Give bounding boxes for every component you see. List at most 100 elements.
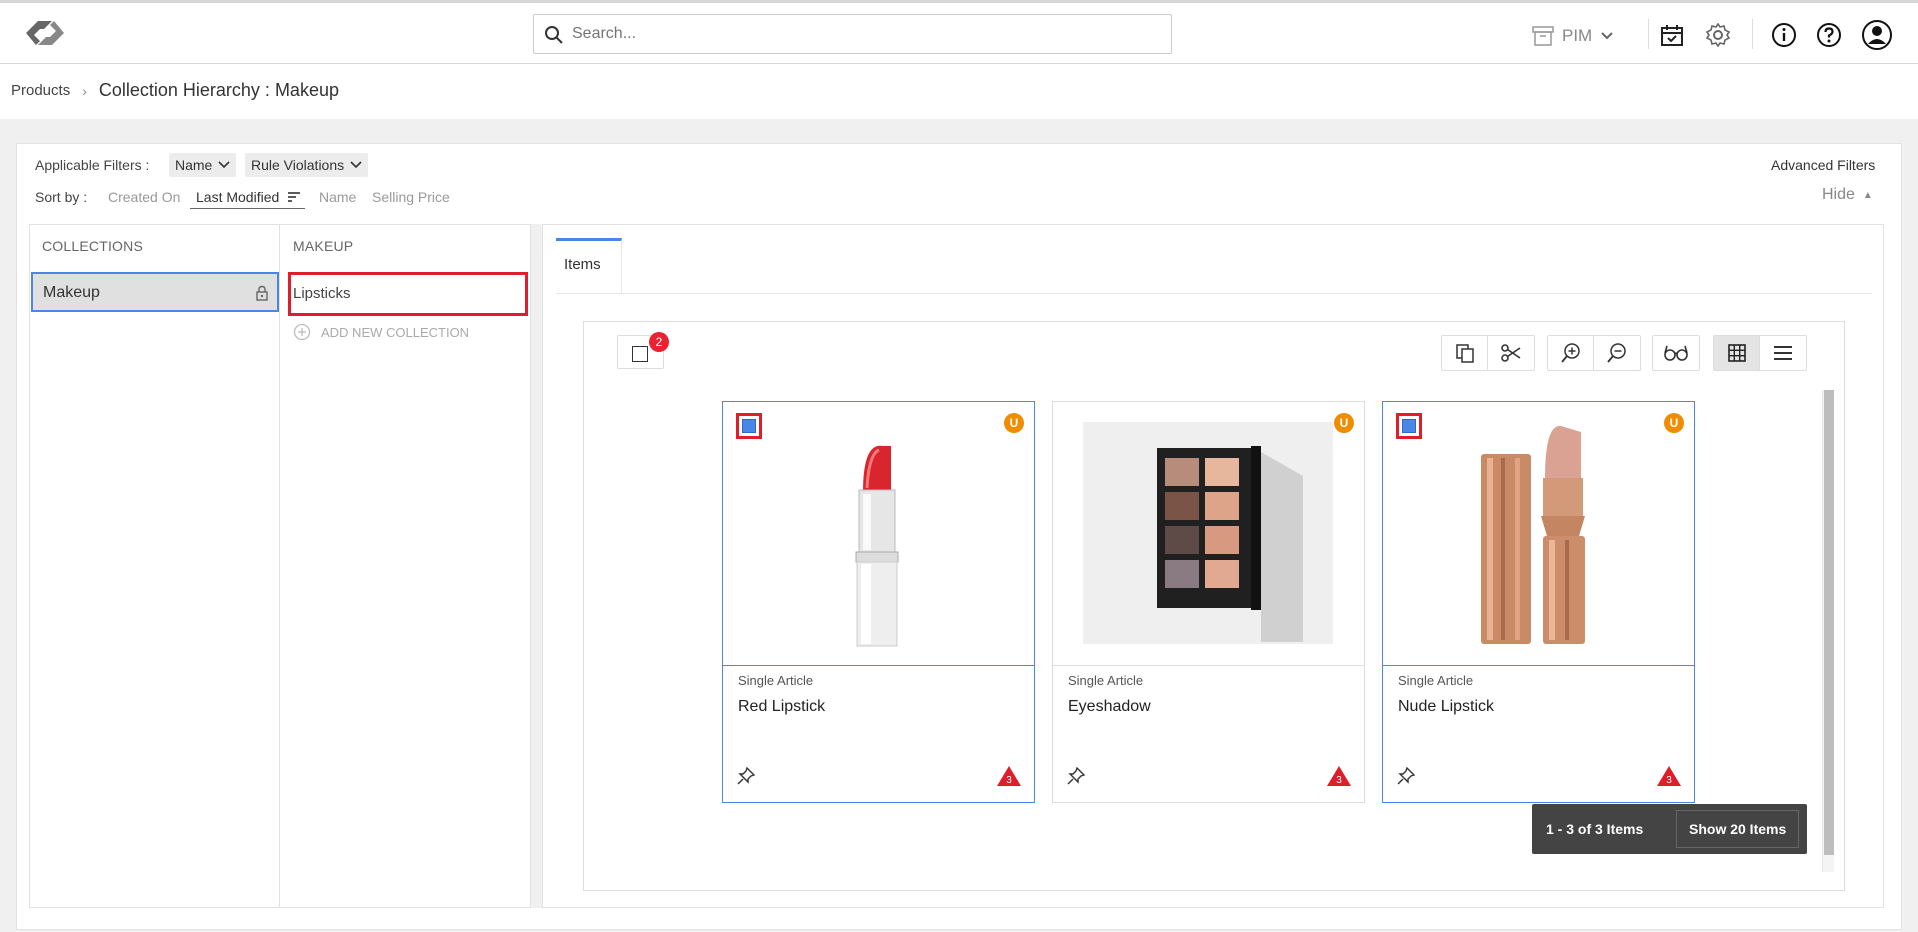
collections-column <box>29 224 280 908</box>
show-items-button[interactable]: Show 20 Items <box>1676 810 1800 848</box>
warning-count: 3 <box>1666 775 1672 786</box>
pin-icon[interactable] <box>737 767 755 785</box>
add-new-collection-button[interactable]: ADD NEW COLLECTION <box>293 323 469 341</box>
item-name: Eyeshadow <box>1068 698 1151 715</box>
status-badge: U <box>1664 413 1684 433</box>
item-card-nude-lipstick[interactable]: U Single Article Nude Lipstick 3 <box>1382 401 1695 803</box>
filter-chip-label: Rule Violations <box>251 157 345 173</box>
status-badge: U <box>1004 413 1024 433</box>
item-type: Single Article <box>1398 673 1474 688</box>
chevron-down-icon <box>350 161 362 169</box>
column-scrollbar[interactable] <box>531 224 543 908</box>
collection-item-lipsticks[interactable]: Lipsticks <box>288 272 528 316</box>
warning-count: 3 <box>1006 775 1012 786</box>
divider <box>1752 19 1753 49</box>
sort-active-label: Last Modified <box>196 189 280 205</box>
page-title: Collection Hierarchy : Makeup <box>98 80 339 100</box>
tab-bar <box>556 238 1872 294</box>
app-logo[interactable] <box>22 17 68 49</box>
selection-count-badge: 2 <box>649 332 669 352</box>
applicable-filters-label: Applicable Filters : <box>35 157 150 173</box>
grid-view-button[interactable] <box>1714 336 1760 370</box>
breadcrumb-products[interactable]: Products <box>11 82 70 99</box>
warning-icon[interactable]: 3 <box>1656 765 1682 787</box>
zoom-in-icon <box>1560 343 1580 363</box>
checkmark-icon <box>742 419 756 433</box>
help-icon[interactable] <box>1815 21 1843 49</box>
chevron-down-icon <box>218 161 230 169</box>
items-scrollbar[interactable] <box>1822 390 1834 872</box>
sort-name[interactable]: Name <box>319 189 356 205</box>
product-image: U <box>723 402 1034 666</box>
grid-icon <box>1727 344 1746 362</box>
filter-chip-rule-violations[interactable]: Rule Violations <box>245 153 369 177</box>
sort-last-modified[interactable]: Last Modified <box>190 189 306 209</box>
filter-chip-label: Name <box>175 157 213 173</box>
copy-button[interactable] <box>1442 336 1488 370</box>
sort-icon <box>288 192 301 202</box>
collections-header: COLLECTIONS <box>42 238 143 254</box>
item-type: Single Article <box>738 673 814 688</box>
list-view-button[interactable] <box>1760 336 1806 370</box>
zoom-out-icon <box>1607 343 1626 363</box>
tab-label: Items <box>564 256 601 273</box>
collection-item-makeup[interactable]: Makeup <box>31 272 279 312</box>
item-type: Single Article <box>1068 673 1144 688</box>
item-checkbox[interactable] <box>736 413 762 439</box>
collection-item-label: Makeup <box>43 284 100 301</box>
pagination-bar: 1 - 3 of 3 Items Show 20 Items <box>1532 804 1807 854</box>
item-card-red-lipstick[interactable]: U Single Article Red Lipstick 3 <box>722 401 1035 803</box>
eyeshadow-palette-image <box>1083 422 1333 644</box>
breadcrumb: Products › Collection Hierarchy : Makeup <box>11 80 339 101</box>
module-switcher[interactable]: PIM <box>1532 23 1614 49</box>
warning-icon[interactable]: 3 <box>996 765 1022 787</box>
lipstick-image <box>855 445 899 647</box>
preview-button[interactable] <box>1653 336 1699 370</box>
sort-by-label: Sort by : <box>35 189 88 205</box>
status-badge: U <box>1334 413 1354 433</box>
view-toolbar <box>1713 335 1807 371</box>
module-label: PIM <box>1562 26 1593 45</box>
pagination-range: 1 - 3 of 3 Items <box>1546 821 1644 837</box>
item-card-eyeshadow[interactable]: U Single Article Eyeshadow 3 <box>1052 401 1365 803</box>
pin-icon[interactable] <box>1397 767 1415 785</box>
search-box[interactable] <box>533 14 1172 54</box>
filter-chip-name[interactable]: Name <box>169 153 237 177</box>
add-circle-icon <box>293 323 311 341</box>
user-avatar-icon[interactable] <box>1861 19 1893 51</box>
collection-item-label: Lipsticks <box>293 285 351 302</box>
search-input[interactable] <box>572 23 1152 45</box>
gear-icon[interactable] <box>1704 21 1732 49</box>
cut-button[interactable] <box>1488 336 1534 370</box>
chevron-down-icon <box>1601 32 1613 40</box>
lipstick-image <box>1481 425 1585 644</box>
zoom-in-button[interactable] <box>1548 336 1594 370</box>
zoom-out-button[interactable] <box>1594 336 1640 370</box>
item-checkbox[interactable] <box>1396 413 1422 439</box>
info-icon[interactable] <box>1770 21 1798 49</box>
search-icon <box>545 26 563 44</box>
item-name: Red Lipstick <box>738 698 826 715</box>
product-image: U <box>1383 402 1694 666</box>
caret-up-icon: ▲ <box>1862 189 1873 201</box>
chevron-right-icon: › <box>82 82 87 99</box>
product-image: U <box>1053 402 1364 666</box>
checkmark-icon <box>1402 419 1416 433</box>
calendar-icon[interactable] <box>1658 21 1686 49</box>
lock-icon <box>256 285 268 301</box>
top-bar: PIM <box>0 0 1918 64</box>
sort-selling-price[interactable]: Selling Price <box>372 189 450 205</box>
hide-filters-toggle[interactable]: Hide ▲ <box>1822 186 1873 204</box>
pin-icon[interactable] <box>1067 767 1085 785</box>
item-name: Nude Lipstick <box>1398 698 1495 715</box>
scissors-icon <box>1501 344 1521 362</box>
hide-label: Hide <box>1822 186 1855 203</box>
warning-icon[interactable]: 3 <box>1326 765 1352 787</box>
scrollbar-thumb[interactable] <box>1824 390 1834 855</box>
sort-created-on[interactable]: Created On <box>108 189 180 205</box>
add-new-collection-label: ADD NEW COLLECTION <box>321 324 470 340</box>
tab-items[interactable]: Items <box>556 238 622 294</box>
divider <box>1648 19 1649 49</box>
clipboard-toolbar <box>1441 335 1535 371</box>
advanced-filters-link[interactable]: Advanced Filters <box>1771 157 1875 173</box>
